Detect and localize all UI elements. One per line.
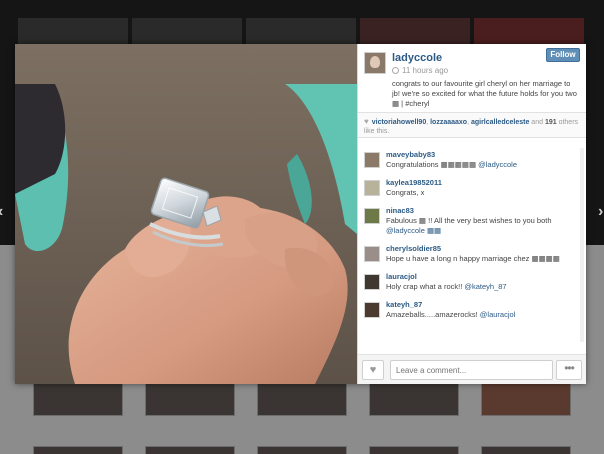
grid-thumbnail[interactable]	[33, 446, 123, 454]
avatar[interactable]	[364, 208, 380, 224]
comment-username[interactable]: ninac83	[386, 206, 574, 215]
like-user-link[interactable]: victoriahowell90	[372, 119, 426, 126]
grid-thumbnail[interactable]	[369, 380, 459, 416]
post-header: ladyccole 11 hours ago congrats to our f…	[358, 44, 586, 112]
heart-icon: ♥	[369, 364, 377, 376]
grid-thumbnail[interactable]	[481, 446, 571, 454]
more-icon: •••	[564, 361, 575, 375]
like-button[interactable]: ♥	[362, 360, 384, 380]
comment-username[interactable]: kateyh_87	[386, 300, 574, 309]
avatar[interactable]	[364, 180, 380, 196]
comment-body: Holy crap what a rock!!	[386, 282, 465, 291]
chevron-right-icon[interactable]: ›	[598, 203, 603, 221]
post-time-text: 11 hours ago	[402, 66, 449, 75]
more-button[interactable]: •••	[556, 360, 582, 380]
comment-text: Congrats, x	[386, 188, 574, 198]
list-item: cherylsoldier85 Hope u have a long n hap…	[358, 240, 586, 268]
list-item: kateyh_87 Amazeballs.....amazerocks! @la…	[358, 296, 586, 324]
comment-body: Hope u have a long n happy marriage chez…	[386, 254, 560, 263]
avatar[interactable]	[364, 52, 386, 74]
chevron-left-icon[interactable]: ‹	[0, 203, 3, 221]
list-item: maveybaby83 Congratulations ▦▦▦▦▦ @ladyc…	[358, 146, 586, 174]
post-sidebar: ladyccole 11 hours ago congrats to our f…	[357, 44, 586, 384]
avatar[interactable]	[364, 152, 380, 168]
list-item: lauracjol Holy crap what a rock!! @katey…	[358, 268, 586, 296]
comment-username[interactable]: kaylea19852011	[386, 178, 574, 187]
avatar[interactable]	[364, 246, 380, 262]
post-time: 11 hours ago	[392, 66, 580, 75]
comment-username[interactable]: maveybaby83	[386, 150, 574, 159]
likes-summary: ♥ victoriahowell90, lozzaaaaxo, agirlcall…	[358, 112, 586, 138]
comment-text: Holy crap what a rock!! @kateyh_87	[386, 282, 574, 292]
comment-body: Congratulations ▦▦▦▦▦	[386, 160, 479, 169]
follow-button[interactable]: Follow	[546, 48, 580, 62]
comment-mention[interactable]: @kateyh_87	[464, 282, 506, 291]
comment-username[interactable]: cherylsoldier85	[386, 244, 574, 253]
comments-list: maveybaby83 Congratulations ▦▦▦▦▦ @ladyc…	[358, 146, 586, 354]
comments-scrollbar[interactable]	[580, 148, 584, 342]
comment-body: Fabulous ▦ !! All the very best wishes t…	[386, 216, 552, 225]
photo-modal: ladyccole 11 hours ago congrats to our f…	[15, 44, 586, 384]
grid-thumbnail[interactable]	[145, 380, 235, 416]
comment-mention[interactable]: @lauracjol	[480, 310, 516, 319]
comment-body: Congrats, x	[386, 188, 425, 197]
clock-icon	[392, 67, 399, 74]
like-user-link[interactable]: agirlcalledceleste	[471, 119, 529, 126]
avatar[interactable]	[364, 302, 380, 318]
grid-thumbnail[interactable]	[481, 380, 571, 416]
heart-icon: ♥	[364, 117, 369, 126]
post-caption: congrats to our favourite girl cheryl on…	[392, 79, 577, 108]
like-user-link[interactable]: lozzaaaaxo	[430, 119, 467, 126]
likes-and: and	[531, 119, 543, 126]
likes-count[interactable]: 191	[545, 119, 557, 126]
comment-text: Amazeballs.....amazerocks! @lauracjol	[386, 310, 574, 320]
comment-text: Hope u have a long n happy marriage chez…	[386, 254, 574, 264]
comment-body: Amazeballs.....amazerocks!	[386, 310, 480, 319]
ring-hand-photo	[15, 44, 357, 384]
grid-thumbnail[interactable]	[145, 446, 235, 454]
comment-mention[interactable]: @ladyccole	[478, 160, 517, 169]
grid-thumbnail[interactable]	[33, 380, 123, 416]
grid-thumbnail[interactable]	[257, 380, 347, 416]
post-photo	[15, 44, 357, 384]
list-item: kaylea19852011 Congrats, x	[358, 174, 586, 202]
comment-text: Congratulations ▦▦▦▦▦ @ladyccole	[386, 160, 574, 170]
avatar[interactable]	[364, 274, 380, 290]
comment-username[interactable]: lauracjol	[386, 272, 574, 281]
grid-thumbnail[interactable]	[369, 446, 459, 454]
comment-text: Fabulous ▦ !! All the very best wishes t…	[386, 216, 574, 236]
grid-thumbnail[interactable]	[257, 446, 347, 454]
comment-mention[interactable]: @ladyccole ▦▦	[386, 226, 441, 235]
comment-input[interactable]	[390, 360, 553, 380]
list-item: ninac83 Fabulous ▦ !! All the very best …	[358, 202, 586, 240]
comment-footer: ♥ •••	[358, 354, 586, 384]
